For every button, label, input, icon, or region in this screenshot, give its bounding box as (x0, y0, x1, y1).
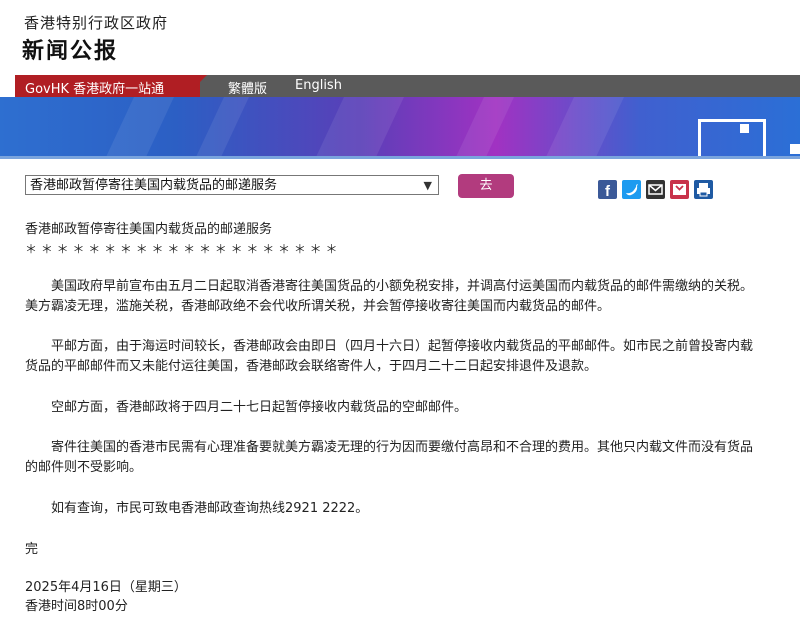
paragraph-4: 寄件往美国的香港市民需有心理准备要就美方霸凌无理的行为因而要缴付高昂和不合理的费… (25, 440, 754, 475)
govhk-link[interactable]: GovHK 香港政府一站通 (25, 78, 164, 97)
svg-text:f: f (605, 183, 611, 199)
banner-square (740, 124, 749, 133)
banner-square (790, 144, 800, 154)
paragraph-1: 美国政府早前宣布由五月二日起取消香港寄往美国货品的小额免税安排，并调高付运美国而… (25, 279, 754, 314)
email-icon[interactable] (646, 180, 665, 199)
site-header: 香港特别行政区政府 新闻公报 (0, 0, 800, 75)
banner-stripe (106, 97, 174, 157)
banner-stripe (196, 97, 249, 157)
top-nav-bar: GovHK 香港政府一站通 繁體版 English (0, 75, 800, 97)
press-release-select[interactable]: 香港邮政暂停寄往美国内载货品的邮递服务 ▼ (25, 175, 439, 195)
section-title: 新闻公报 (22, 39, 119, 64)
banner-frame (698, 119, 766, 157)
facebook-icon[interactable]: f (598, 180, 617, 200)
government-name: 香港特别行政区政府 (24, 14, 169, 32)
english-link[interactable]: English (295, 78, 342, 93)
paragraph-2: 平邮方面，由于海运时间较长，香港邮政会由即日（四月十六日）起暂停接收内载货品的平… (25, 339, 754, 374)
press-release-select-value: 香港邮政暂停寄往美国内载货品的邮递服务 (30, 178, 278, 193)
paragraph-3: 空邮方面，香港邮政将于四月二十七日起暂停接收内载货品的空邮邮件。 (51, 400, 468, 415)
go-button[interactable]: 去 (458, 174, 514, 198)
end-mark: 完 (25, 542, 39, 557)
paragraph-5: 如有查询，市民可致电香港邮政查询热线2921 2222。 (51, 501, 369, 516)
banner-stripe (456, 97, 514, 157)
traditional-chinese-link[interactable]: 繁體版 (228, 78, 267, 97)
print-icon[interactable] (694, 180, 713, 199)
banner-underline (0, 156, 800, 159)
nav-grey-bar (190, 75, 800, 97)
banner-stripe (316, 97, 404, 157)
banner-stripe (546, 97, 624, 157)
article-title: 香港邮政暂停寄往美国内载货品的邮递服务 (25, 222, 273, 237)
twitter-icon[interactable] (622, 180, 641, 199)
header-banner (0, 97, 800, 157)
release-time: 香港时间8时00分 (25, 599, 128, 614)
title-separator: ＊ ＊ ＊ ＊ ＊ ＊ ＊ ＊ ＊ ＊ ＊ ＊ ＊ ＊ ＊ ＊ ＊ ＊ ＊ ＊ (25, 242, 338, 256)
nav-govhk-tab-corner (185, 75, 207, 97)
release-date: 2025年4月16日（星期三） (25, 580, 187, 595)
chevron-down-icon: ▼ (423, 179, 432, 192)
bookmark-icon[interactable] (670, 180, 689, 199)
